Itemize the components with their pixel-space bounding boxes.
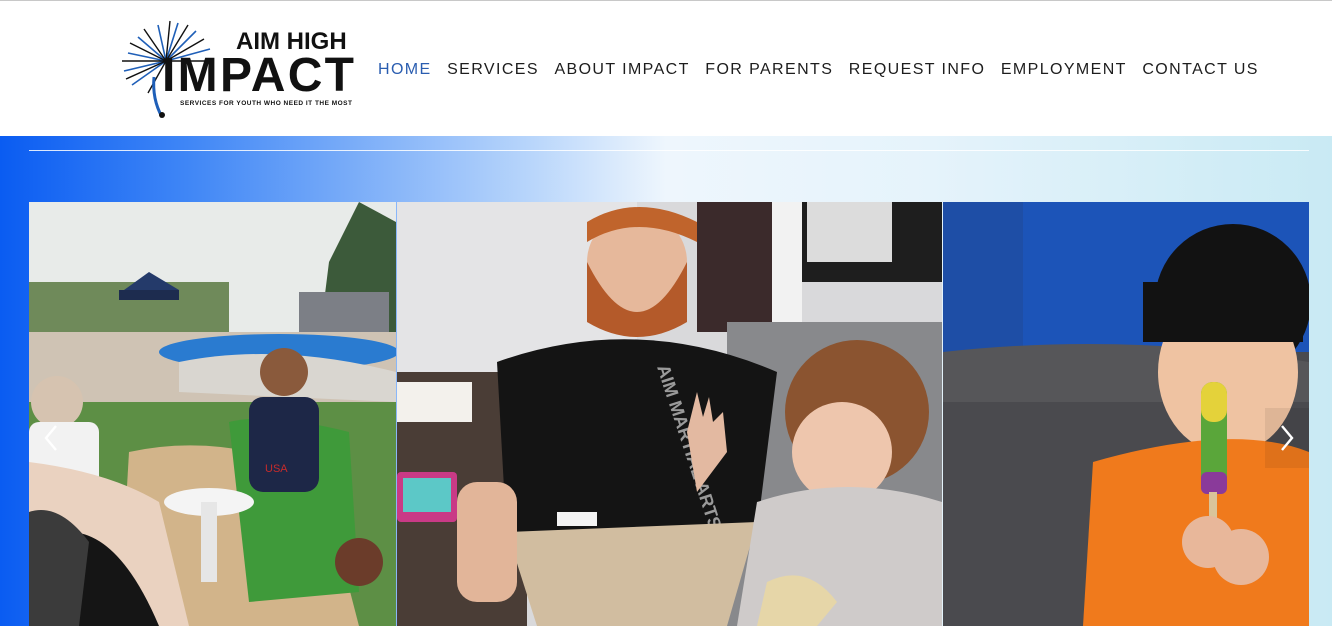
nav-contact-us[interactable]: CONTACT US — [1142, 59, 1259, 83]
nav-about-impact[interactable]: ABOUT IMPACT — [554, 59, 689, 83]
main-nav: HOME SERVICES ABOUT IMPACT FOR PARENTS R… — [378, 59, 1274, 83]
chevron-right-icon — [1281, 425, 1294, 451]
image-carousel[interactable]: USA AIM MARTIAL ARTS — [29, 202, 1309, 626]
hero-section: USA AIM MARTIAL ARTS — [0, 136, 1332, 626]
coach-with-child-photo: AIM MARTIAL ARTS — [397, 202, 942, 626]
logo-line2: IMPACT — [162, 49, 354, 102]
site-logo[interactable]: AIM HIGH IMPACT SERVICES FOR YOUTH WHO N… — [118, 19, 358, 123]
carousel-prev-button[interactable] — [29, 408, 73, 468]
chevron-left-icon — [44, 425, 57, 451]
nav-request-info[interactable]: REQUEST INFO — [849, 59, 986, 83]
site-header: AIM HIGH IMPACT SERVICES FOR YOUTH WHO N… — [0, 1, 1332, 136]
nav-services[interactable]: SERVICES — [447, 59, 539, 83]
logo-tagline: SERVICES FOR YOUTH WHO NEED IT THE MOST — [180, 100, 352, 107]
kids-at-playground-photo: USA — [29, 202, 396, 626]
boy-with-popsicle-photo — [943, 202, 1309, 626]
nav-home[interactable]: HOME — [378, 59, 432, 83]
hero-divider — [29, 150, 1309, 151]
nav-employment[interactable]: EMPLOYMENT — [1001, 59, 1127, 83]
carousel-next-button[interactable] — [1265, 408, 1309, 468]
nav-for-parents[interactable]: FOR PARENTS — [705, 59, 833, 83]
svg-text:USA: USA — [265, 463, 288, 475]
